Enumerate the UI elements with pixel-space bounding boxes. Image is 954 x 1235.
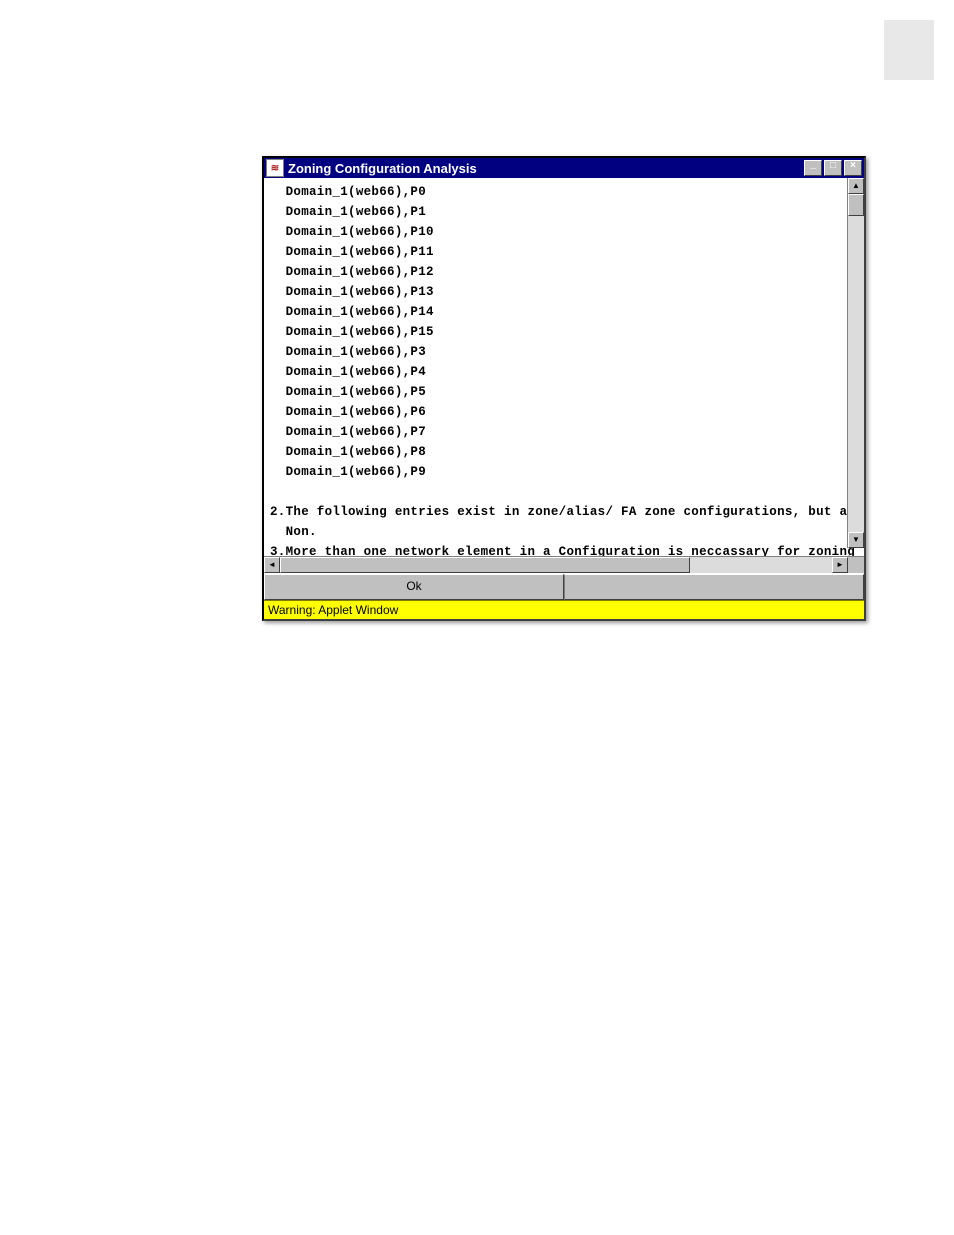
- minimize-button[interactable]: _: [804, 160, 822, 176]
- horizontal-scroll-thumb[interactable]: [280, 557, 690, 573]
- ok-button[interactable]: Ok: [264, 574, 564, 600]
- scrollbar-corner: [848, 557, 864, 573]
- java-cup-icon: ≋: [266, 159, 284, 177]
- content-area: Domain_1(web66),P0 Domain_1(web66),P1 Do…: [264, 178, 864, 556]
- close-button[interactable]: ×: [844, 160, 862, 176]
- button-spacer: [564, 574, 864, 600]
- scroll-down-arrow-icon[interactable]: ▼: [848, 532, 864, 548]
- titlebar[interactable]: ≋ Zoning Configuration Analysis _ □ ×: [264, 158, 864, 178]
- window-buttons: _ □ ×: [802, 160, 862, 176]
- scroll-up-arrow-icon[interactable]: ▲: [848, 178, 864, 194]
- applet-warning-bar: Warning: Applet Window: [264, 600, 864, 619]
- scroll-right-arrow-icon[interactable]: ►: [832, 557, 848, 573]
- horizontal-scrollbar[interactable]: ◄ ►: [264, 556, 864, 573]
- scroll-left-arrow-icon[interactable]: ◄: [264, 557, 280, 573]
- maximize-button[interactable]: □: [824, 160, 842, 176]
- zoning-analysis-window: ≋ Zoning Configuration Analysis _ □ × Do…: [262, 156, 866, 621]
- vertical-scrollbar[interactable]: ▲ ▼: [847, 178, 864, 548]
- vertical-scroll-thumb[interactable]: [848, 194, 864, 216]
- analysis-text: Domain_1(web66),P0 Domain_1(web66),P1 Do…: [264, 178, 864, 556]
- page-corner-box: [884, 20, 934, 80]
- button-row: Ok: [264, 573, 864, 600]
- window-title: Zoning Configuration Analysis: [288, 161, 802, 176]
